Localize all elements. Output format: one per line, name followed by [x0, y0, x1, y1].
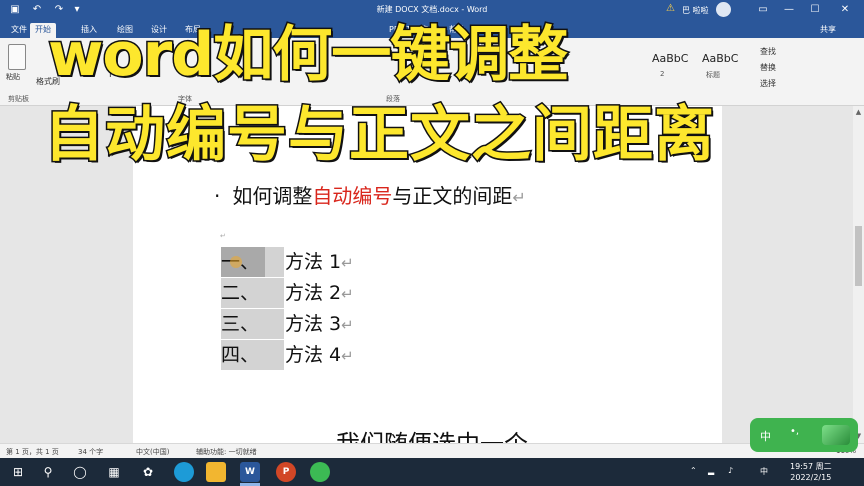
pinwheel-app-icon[interactable]: ✿ — [140, 464, 156, 480]
windows-start-icon[interactable]: ⊞ — [10, 464, 26, 480]
list-item[interactable]: 四、 方法 4↵ — [221, 340, 381, 370]
warning-icon[interactable]: ⚠ — [666, 3, 675, 14]
search-icon[interactable]: ⚲ — [40, 464, 56, 480]
accessibility-status[interactable]: 辅助功能: 一切就绪 — [196, 447, 257, 457]
replace-button[interactable]: 替换 — [760, 62, 776, 73]
tray-ime-indicator[interactable]: 中 — [760, 466, 768, 477]
list-number[interactable]: 四、 — [221, 340, 284, 370]
heading-prefix: 如何调整 — [232, 184, 313, 208]
widgets-icon[interactable]: ▦ — [106, 464, 122, 480]
file-explorer-icon[interactable] — [206, 462, 226, 482]
style-item[interactable]: AaBbC — [652, 52, 688, 65]
ime-punctuation[interactable]: •, — [790, 426, 799, 437]
vertical-scrollbar[interactable]: ▲ ▼ — [853, 106, 864, 443]
scrollbar-thumb[interactable] — [855, 226, 862, 286]
tab-file[interactable]: 文件 — [6, 23, 32, 38]
styles-gallery[interactable]: AaBbC AaBbC 2 标题 — [652, 52, 748, 86]
find-button[interactable]: 查找 — [760, 46, 776, 57]
paste-label[interactable]: 粘贴 — [6, 72, 20, 82]
close-button[interactable]: ✕ — [834, 2, 856, 18]
heading-highlight: 自动编号 — [312, 184, 393, 208]
volume-icon[interactable]: ♪ — [728, 466, 733, 475]
clipboard-group-label: 剪贴板 — [8, 95, 29, 103]
paste-icon[interactable] — [8, 44, 26, 70]
list-item[interactable]: 一、 方法 1↵ — [221, 247, 381, 277]
clock[interactable]: 19:57 周二 2022/2/15 — [790, 461, 832, 483]
tray-chevron-icon[interactable]: ⌃ — [690, 466, 697, 475]
selection-highlight — [265, 247, 284, 277]
taskbar: ⊞ ⚲ ◯ ▦ ✿ W P ⌃ ▂ ♪ 中 19:57 周二 2022/2/15 — [0, 458, 864, 486]
clock-time: 19:57 周二 — [790, 462, 832, 471]
video-title-line-2: 自动编号与正文之间距离 — [43, 99, 716, 172]
task-view-icon[interactable]: ◯ — [72, 464, 88, 480]
input-method-widget[interactable]: 中 •, — [750, 418, 858, 452]
paragraph-mark: ↵ — [220, 232, 226, 240]
select-button[interactable]: 选择 — [760, 78, 776, 89]
style-item[interactable]: AaBbC — [702, 52, 738, 65]
share-button[interactable]: 共享 — [820, 23, 836, 37]
chrome-icon[interactable] — [310, 462, 330, 482]
list-text: 方法 2↵ — [285, 282, 354, 304]
style-name: 2 — [660, 70, 665, 78]
scroll-up-icon[interactable]: ▲ — [854, 108, 863, 117]
list-number[interactable]: 二、 — [221, 278, 284, 308]
list-item[interactable]: 三、 方法 3↵ — [221, 309, 381, 339]
list-text: 方法 1↵ — [285, 251, 354, 273]
page-count[interactable]: 第 1 页，共 1 页 — [6, 447, 59, 457]
maximize-button[interactable]: ☐ — [804, 2, 826, 18]
video-title-line-1: word如何一键调整 — [46, 19, 569, 92]
list-number[interactable]: 三、 — [221, 309, 284, 339]
style-name: 标题 — [706, 71, 720, 79]
network-icon[interactable]: ▂ — [708, 466, 714, 475]
list-text: 方法 3↵ — [285, 313, 354, 335]
powerpoint-taskbar-icon[interactable]: P — [276, 462, 296, 482]
paragraph-mark: ↵ — [512, 188, 526, 207]
status-bar: 第 1 页，共 1 页 34 个字 中文(中国) 辅助功能: 一切就绪 110% — [0, 443, 864, 458]
word-taskbar-icon[interactable]: W — [240, 462, 260, 482]
language-status[interactable]: 中文(中国) — [136, 447, 169, 457]
heading-bullet: · — [214, 184, 221, 208]
list-number[interactable]: 一、 — [221, 247, 265, 277]
edge-icon[interactable] — [174, 462, 194, 482]
clock-date: 2022/2/15 — [790, 473, 832, 482]
avatar[interactable] — [716, 2, 731, 17]
heading-suffix: 与正文的间距 — [392, 184, 513, 208]
word-count[interactable]: 34 个字 — [78, 447, 103, 457]
ime-language[interactable]: 中 — [760, 428, 771, 444]
user-name[interactable]: 巴 啦啦 — [682, 5, 709, 16]
document-heading[interactable]: · 如何调整自动编号与正文的间距↵ — [214, 180, 526, 209]
list-text: 方法 4↵ — [285, 344, 354, 366]
ribbon-options-icon[interactable]: ▭ — [752, 2, 774, 18]
ime-skin-icon[interactable] — [822, 425, 850, 445]
mouse-cursor-highlight — [230, 256, 242, 268]
list-item[interactable]: 二、 方法 2↵ — [221, 278, 381, 308]
minimize-button[interactable]: — — [778, 2, 800, 18]
